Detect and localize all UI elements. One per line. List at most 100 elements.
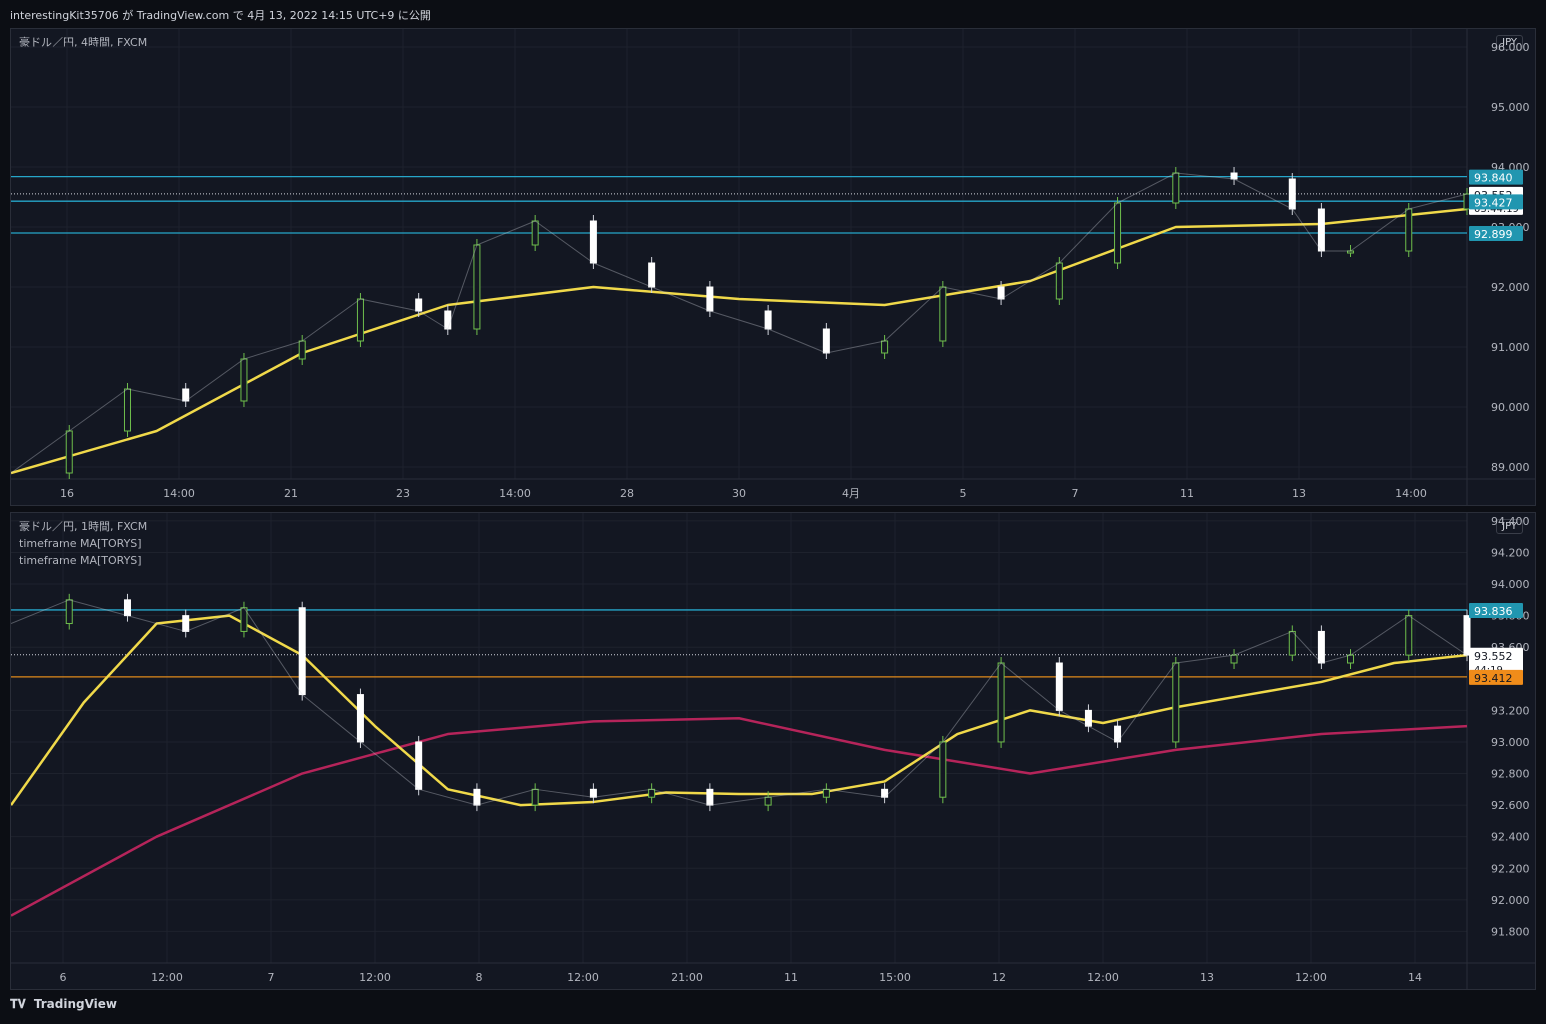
tradingview-logo-icon: 𝐓𝐕: [10, 997, 26, 1011]
x-tick-label: 13: [1200, 971, 1214, 984]
price-tag-label: 93.552: [1474, 650, 1513, 663]
y-tick-label: 92.200: [1491, 862, 1530, 875]
candle-body: [473, 788, 481, 806]
candle-body: [881, 340, 889, 354]
candle-body: [1288, 630, 1296, 656]
candle-body: [1230, 172, 1238, 180]
x-tick-label: 23: [396, 487, 410, 500]
candle-body: [531, 220, 539, 246]
x-tick-label: 28: [620, 487, 634, 500]
x-tick-label: 5: [960, 487, 967, 500]
candle-body: [1172, 172, 1180, 204]
y-tick-label: 91.800: [1491, 925, 1530, 938]
y-tick-label: 92.400: [1491, 831, 1530, 844]
candle-body: [65, 430, 73, 474]
price-tag-label: 93.412: [1474, 672, 1513, 685]
candle-body: [589, 788, 597, 798]
x-tick-label: 30: [732, 487, 746, 500]
candle-body: [764, 310, 772, 330]
publish-header: interestingKit35706 が TradingView.com で …: [0, 0, 1546, 28]
candle-body: [822, 328, 830, 354]
candle-body: [939, 741, 947, 798]
candle-body: [1055, 662, 1063, 711]
candle-body: [356, 298, 364, 342]
y-tick-label: 92.000: [1491, 894, 1530, 907]
price-tag-label: 93.836: [1474, 605, 1513, 618]
candle-body: [1405, 208, 1413, 252]
candle-body: [240, 358, 248, 402]
candle-body: [706, 788, 714, 806]
candle-body: [531, 788, 539, 806]
x-tick-label: 12:00: [151, 971, 183, 984]
x-tick-label: 16: [60, 487, 74, 500]
candle-body: [648, 262, 656, 288]
candle-body: [473, 244, 481, 330]
x-tick-label: 12:00: [359, 971, 391, 984]
x-tick-label: 6: [60, 971, 67, 984]
x-tick-label: 11: [784, 971, 798, 984]
candle-body: [415, 298, 423, 312]
y-tick-label: 94.000: [1491, 578, 1530, 591]
candle-body: [415, 741, 423, 790]
tradingview-brand[interactable]: 𝐓𝐕 TradingView: [10, 997, 117, 1012]
x-tick-label: 11: [1180, 487, 1194, 500]
y-tick-label: 92.000: [1491, 281, 1530, 294]
y-tick-label: 92.600: [1491, 799, 1530, 812]
candle-body: [822, 788, 830, 798]
x-tick-label: 13: [1292, 487, 1306, 500]
publish-line: interestingKit35706 が TradingView.com で …: [10, 9, 431, 22]
x-tick-label: 4月: [842, 487, 860, 500]
price-tag-label: 93.840: [1474, 172, 1513, 185]
candle-body: [1055, 262, 1063, 300]
candle-body: [298, 607, 306, 696]
y-tick-label: 94.400: [1491, 515, 1530, 528]
y-tick-label: 92.800: [1491, 768, 1530, 781]
x-tick-label: 14:00: [1395, 487, 1427, 500]
x-tick-label: 7: [268, 971, 275, 984]
candle-body: [1288, 178, 1296, 210]
x-tick-label: 14: [1408, 971, 1422, 984]
candle-body: [1317, 208, 1325, 252]
candle-body: [589, 220, 597, 264]
x-tick-label: 8: [476, 971, 483, 984]
candle-body: [706, 286, 714, 312]
chart-canvas-4h[interactable]: 96.00095.00094.00093.00092.00091.00090.0…: [11, 29, 1535, 505]
y-tick-label: 94.200: [1491, 546, 1530, 559]
y-tick-label: 96.000: [1491, 41, 1530, 54]
brand-name: TradingView: [33, 997, 118, 1011]
x-tick-label: 12: [992, 971, 1006, 984]
candle-body: [1405, 615, 1413, 656]
x-tick-label: 21:00: [671, 971, 703, 984]
x-tick-label: 15:00: [879, 971, 911, 984]
x-tick-label: 14:00: [163, 487, 195, 500]
y-tick-label: 91.000: [1491, 341, 1530, 354]
candle-body: [764, 796, 772, 806]
moving-average-slow-line: [11, 717, 1468, 917]
candle-body: [881, 788, 889, 798]
candle-body: [65, 599, 73, 625]
chart-canvas-1h[interactable]: 94.40094.20094.00093.80093.60093.20093.0…: [11, 513, 1535, 989]
x-tick-label: 12:00: [1087, 971, 1119, 984]
x-tick-label: 12:00: [1295, 971, 1327, 984]
price-tag-label: 93.427: [1474, 196, 1513, 209]
price-tag-label: 92.899: [1474, 228, 1513, 241]
candle-body: [648, 788, 656, 798]
candle-body: [444, 310, 452, 330]
y-tick-label: 93.200: [1491, 704, 1530, 717]
candle-body: [939, 286, 947, 342]
chart-pane-1h[interactable]: 豪ドル／円, 1時間, FXCM timeframe MA[TORYS] tim…: [10, 512, 1536, 990]
candle-body: [1084, 709, 1092, 727]
candle-body: [123, 388, 131, 432]
candle-body: [182, 615, 190, 632]
candle-body: [356, 694, 364, 743]
candle-body: [1172, 662, 1180, 743]
x-tick-label: 21: [284, 487, 298, 500]
chart-pane-4h[interactable]: 豪ドル／円, 4時間, FXCM JPY 96.000 95.000 94.000 9…: [10, 28, 1536, 506]
candle-body: [1114, 202, 1122, 264]
y-tick-label: 90.000: [1491, 401, 1530, 414]
close-price-line: [11, 599, 1468, 806]
x-tick-label: 12:00: [567, 971, 599, 984]
candle-body: [298, 340, 306, 360]
candle-body: [1317, 630, 1325, 664]
candle-body: [1347, 654, 1355, 664]
